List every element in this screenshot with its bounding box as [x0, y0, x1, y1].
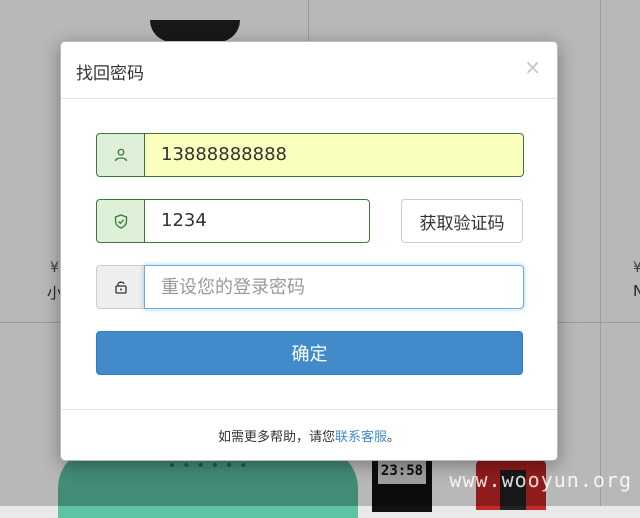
shield-check-icon	[96, 199, 144, 243]
close-button[interactable]: ×	[524, 55, 541, 79]
watermark: www.wooyun.org	[449, 468, 632, 492]
confirm-button[interactable]: 确定	[96, 331, 523, 375]
dialog-footer: 如需更多帮助，请您 联系客服。	[61, 409, 557, 460]
code-input-group: 1234	[96, 199, 370, 243]
help-text-end: 。	[387, 429, 401, 445]
lock-icon	[96, 265, 144, 309]
dialog-title: 找回密码	[76, 64, 144, 84]
dialog-header: 找回密码 ×	[61, 42, 557, 99]
new-password-input[interactable]	[144, 265, 524, 309]
contact-support-link[interactable]: 联系客服	[335, 426, 387, 445]
phone-input-group: 13888888888	[96, 133, 524, 177]
user-icon	[96, 133, 144, 177]
password-input-group	[96, 265, 524, 309]
help-text: 如需更多帮助，请您	[217, 429, 335, 445]
find-password-dialog: 找回密码 × 13888888888 1234 获取验证码 确定 如需更多帮助，…	[60, 41, 558, 461]
phone-input[interactable]: 13888888888	[144, 133, 524, 177]
get-verification-code-button[interactable]: 获取验证码	[401, 199, 523, 243]
verification-code-input[interactable]: 1234	[144, 199, 370, 243]
